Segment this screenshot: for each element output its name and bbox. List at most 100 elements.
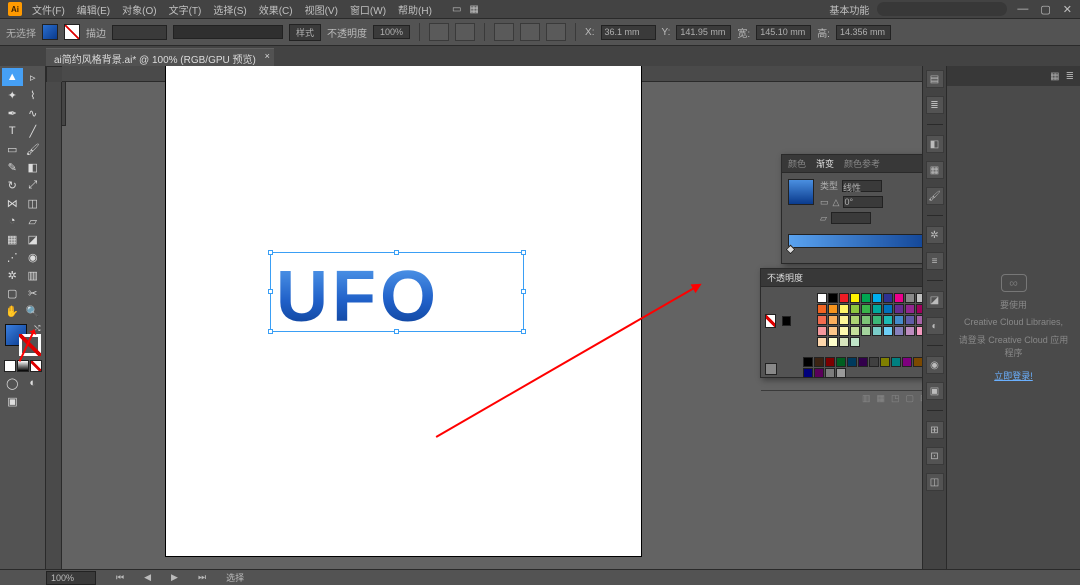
swatch-color[interactable] xyxy=(825,368,835,378)
ruler-vertical[interactable] xyxy=(46,82,62,569)
swatch-color[interactable] xyxy=(803,357,813,367)
swatch-color[interactable] xyxy=(891,357,901,367)
prefs-button[interactable] xyxy=(455,23,475,41)
dock-symbols-icon[interactable]: ✲ xyxy=(926,226,944,244)
bridge-icon[interactable]: ▭ xyxy=(452,4,461,15)
align-icon[interactable] xyxy=(494,23,514,41)
paintbrush-tool[interactable]: 🖌 xyxy=(23,140,44,158)
magic-wand-tool[interactable]: ✦ xyxy=(2,86,23,104)
gradient-type-select[interactable]: 线性 xyxy=(842,180,882,192)
swatch-new-icon[interactable]: ⊞ xyxy=(920,393,922,404)
color-mode-gradient[interactable] xyxy=(17,360,29,372)
dock-properties-icon[interactable]: ▤ xyxy=(926,70,944,88)
draw-mode-normal[interactable]: ◯ xyxy=(2,374,23,392)
rectangle-tool[interactable]: ▭ xyxy=(2,140,23,158)
dock-transparency-icon[interactable]: ◐ xyxy=(926,317,944,335)
swatch-color[interactable] xyxy=(839,326,849,336)
resize-handle[interactable] xyxy=(394,329,399,334)
nav-next-icon[interactable]: ▶ xyxy=(171,572,178,583)
swatch-color[interactable] xyxy=(916,304,922,314)
dock-brushes-icon[interactable]: 🖌 xyxy=(926,187,944,205)
libraries-list-icon[interactable]: ▦ xyxy=(1050,71,1059,82)
dock-stroke-icon[interactable]: ≡ xyxy=(926,252,944,270)
curvature-tool[interactable]: ∿ xyxy=(23,104,44,122)
gradient-stop[interactable] xyxy=(786,245,796,255)
swatch-color[interactable] xyxy=(850,337,860,347)
dock-pathfinder-icon[interactable]: ◫ xyxy=(926,473,944,491)
swatch-color[interactable] xyxy=(894,304,904,314)
gradient-aspect-input[interactable] xyxy=(831,212,871,224)
swatch-color[interactable] xyxy=(872,326,882,336)
swatch-color[interactable] xyxy=(883,293,893,303)
menu-help[interactable]: 帮助(H) xyxy=(398,2,432,17)
dock-swatches-icon[interactable]: ▦ xyxy=(926,161,944,179)
swatch-color[interactable] xyxy=(905,293,915,303)
menu-file[interactable]: 文件(F) xyxy=(32,2,65,17)
doc-setup-button[interactable] xyxy=(429,23,449,41)
swatch-registration[interactable] xyxy=(782,316,790,326)
artboard-tool[interactable]: ▢ xyxy=(2,284,23,302)
fill-swatch[interactable] xyxy=(42,24,58,40)
swatch-color[interactable] xyxy=(817,315,827,325)
swatch-color[interactable] xyxy=(839,315,849,325)
swatch-color[interactable] xyxy=(803,368,813,378)
swatch-color[interactable] xyxy=(836,357,846,367)
menu-type[interactable]: 文字(T) xyxy=(169,2,202,17)
eyedropper-tool[interactable]: ⋰ xyxy=(2,248,23,266)
swatch-color[interactable] xyxy=(836,368,846,378)
dock-gradient-icon[interactable]: ◪ xyxy=(926,291,944,309)
menu-effect[interactable]: 效果(C) xyxy=(259,2,293,17)
dock-align-icon[interactable]: ⊞ xyxy=(926,421,944,439)
swatch-color[interactable] xyxy=(894,315,904,325)
type-tool[interactable]: T xyxy=(2,122,23,140)
swatch-color[interactable] xyxy=(817,337,827,347)
zoom-level[interactable]: 100% xyxy=(46,571,96,585)
swatch-color[interactable] xyxy=(872,304,882,314)
perspective-tool[interactable]: ▱ xyxy=(23,212,44,230)
close-icon[interactable]: ✕ xyxy=(1063,3,1072,16)
swatch-color[interactable] xyxy=(828,304,838,314)
swatch-color[interactable] xyxy=(814,368,824,378)
panel-tab-color-guide[interactable]: 颜色参考 xyxy=(844,157,880,170)
canvas-area[interactable]: UFO 字符 颜色 渐变 颜色参考 ▸≡ xyxy=(46,66,922,569)
artboard[interactable]: UFO xyxy=(166,66,641,556)
stock-icon[interactable]: ▦ xyxy=(469,4,478,15)
menu-object[interactable]: 对象(O) xyxy=(122,2,156,17)
stroke-weight-input[interactable] xyxy=(112,25,167,40)
width-tool[interactable]: ⋈ xyxy=(2,194,23,212)
swatch-color[interactable] xyxy=(814,357,824,367)
dock-graphic-styles-icon[interactable]: ▣ xyxy=(926,382,944,400)
swatch-color[interactable] xyxy=(817,293,827,303)
maximize-icon[interactable]: ▢ xyxy=(1040,3,1050,16)
swatch-color[interactable] xyxy=(913,357,922,367)
swatch-color[interactable] xyxy=(916,293,922,303)
resize-handle[interactable] xyxy=(268,329,273,334)
swatch-show-icon[interactable]: ▦ xyxy=(876,393,885,404)
menu-edit[interactable]: 编辑(E) xyxy=(77,2,110,17)
swatch-color[interactable] xyxy=(858,357,868,367)
selection-bounding-box[interactable] xyxy=(270,252,524,332)
transform-icon[interactable] xyxy=(520,23,540,41)
swatch-color[interactable] xyxy=(883,326,893,336)
swatch-color[interactable] xyxy=(916,326,922,336)
swatch-color[interactable] xyxy=(825,357,835,367)
draw-mode-behind[interactable]: ◐ xyxy=(23,374,44,392)
column-graph-tool[interactable]: ▥ xyxy=(23,266,44,284)
pen-tool[interactable]: ✒ xyxy=(2,104,23,122)
swatch-color[interactable] xyxy=(828,293,838,303)
swatch-folder-icon[interactable] xyxy=(765,363,777,375)
zoom-tool[interactable]: 🔍 xyxy=(23,302,44,320)
swatch-color[interactable] xyxy=(861,315,871,325)
swatch-color[interactable] xyxy=(894,293,904,303)
hand-tool[interactable]: ✋ xyxy=(2,302,23,320)
swatch-lib-icon[interactable]: ▥ xyxy=(862,393,871,404)
gradient-slider[interactable] xyxy=(788,234,922,248)
mesh-tool[interactable]: ▦ xyxy=(2,230,23,248)
swatch-color[interactable] xyxy=(850,315,860,325)
lasso-tool[interactable]: ⌇ xyxy=(23,86,44,104)
shape-builder-tool[interactable]: ◔ xyxy=(2,212,23,230)
swatch-color[interactable] xyxy=(872,315,882,325)
swatch-color[interactable] xyxy=(869,357,879,367)
scale-tool[interactable]: ⤢ xyxy=(23,176,44,194)
swatch-color[interactable] xyxy=(902,357,912,367)
